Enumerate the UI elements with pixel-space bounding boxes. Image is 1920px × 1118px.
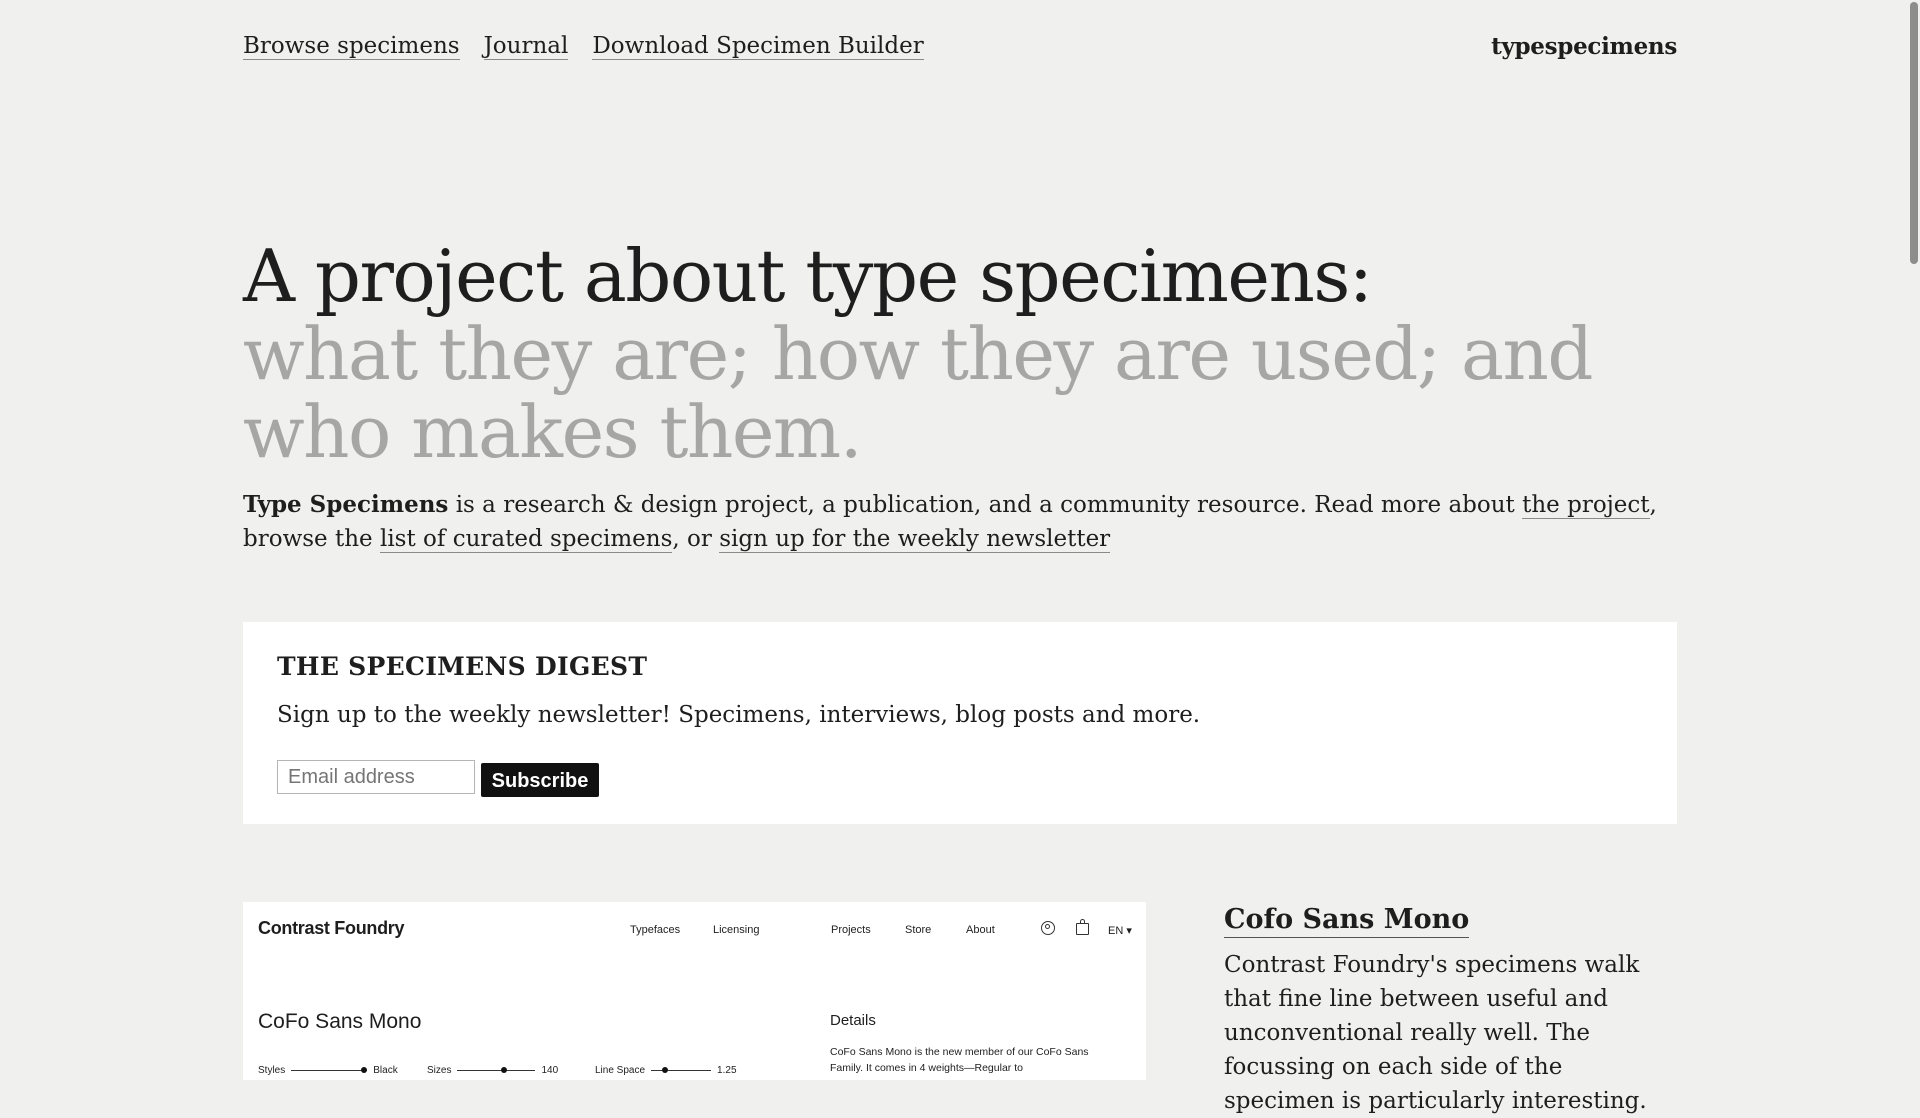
control-slider <box>291 1067 368 1073</box>
bag-icon <box>1076 919 1089 935</box>
slider-knob <box>661 1067 668 1073</box>
intro-paragraph: Type Specimens is a research & design pr… <box>243 488 1683 556</box>
nav-journal[interactable]: Journal <box>483 33 569 60</box>
caret-down-icon: ▾ <box>1126 925 1132 937</box>
intro-text-1: is a research & design project, a public… <box>448 492 1523 518</box>
shot-details-text: CoFo Sans Mono is the new member of our … <box>830 1046 1089 1074</box>
control-value: 140 <box>541 1065 559 1076</box>
foundry-logo: Contrast Foundry <box>258 918 405 938</box>
shot-menu-store: Store <box>905 924 932 936</box>
link-curated-specimens[interactable]: list of curated specimens <box>379 526 673 553</box>
language-label: EN <box>1108 925 1124 937</box>
control-value: 1.25 <box>717 1065 737 1076</box>
specimen-title-link[interactable]: Cofo Sans Mono <box>1224 903 1470 938</box>
control-label: Line Space <box>595 1065 646 1076</box>
control-label: Styles <box>258 1065 286 1076</box>
nav-download-specimen-builder[interactable]: Download Specimen Builder <box>592 33 924 60</box>
control-label: Sizes <box>427 1065 452 1076</box>
link-newsletter-signup[interactable]: sign up for the weekly newsletter <box>719 526 1111 553</box>
user-icon <box>1041 921 1055 935</box>
language-selector: EN ▾ <box>1108 924 1132 937</box>
site-brand[interactable]: typespecimens <box>1491 33 1677 60</box>
control-slider <box>457 1067 536 1073</box>
nav-browse-specimens[interactable]: Browse specimens <box>243 33 460 60</box>
page-scrollbar[interactable] <box>1908 0 1920 1080</box>
control-slider <box>651 1067 712 1073</box>
specimen-description: Contrast Foundry's specimens walk that f… <box>1224 952 1647 1114</box>
shot-menu-typefaces: Typefaces <box>630 924 681 936</box>
newsletter-box: THE SPECIMENS DIGEST Sign up to the week… <box>243 622 1677 824</box>
specimen-summary: Cofo Sans Mono Contrast Foundry's specim… <box>1224 903 1679 1118</box>
shot-control-line-space: Line Space 1.25 <box>595 1065 737 1076</box>
shot-font-name: CoFo Sans Mono <box>258 1010 422 1033</box>
shot-details-title: Details <box>830 1012 876 1029</box>
specimen-screenshot[interactable]: Contrast Foundry Typefaces Licensing Pro… <box>243 902 1146 1080</box>
subscribe-button[interactable]: Subscribe <box>481 763 599 797</box>
shot-menu-licensing: Licensing <box>713 924 760 936</box>
main-nav: Browse specimens Journal Download Specim… <box>243 33 924 60</box>
shot-control-styles: Styles Black <box>258 1065 398 1076</box>
slider-knob <box>361 1067 368 1073</box>
hero-line-secondary: what they are; how they are used; and wh… <box>243 312 1593 474</box>
hero-line-primary: A project about type specimens: <box>243 234 1373 318</box>
intro-text-3: , or <box>672 526 720 552</box>
control-value: Black <box>373 1065 398 1076</box>
intro-bold: Type Specimens <box>243 491 449 518</box>
shot-menu-projects: Projects <box>831 924 871 936</box>
email-input[interactable] <box>277 760 475 794</box>
scrollbar-thumb[interactable] <box>1910 2 1918 264</box>
link-the-project[interactable]: the project <box>1522 492 1650 519</box>
shot-menu-about: About <box>966 924 995 936</box>
slider-knob <box>500 1067 507 1073</box>
digest-description: Sign up to the weekly newsletter! Specim… <box>277 702 1201 728</box>
digest-title: THE SPECIMENS DIGEST <box>277 652 648 681</box>
shot-control-sizes: Sizes 140 <box>427 1065 558 1076</box>
hero-heading: A project about type specimens: what the… <box>243 237 1683 471</box>
